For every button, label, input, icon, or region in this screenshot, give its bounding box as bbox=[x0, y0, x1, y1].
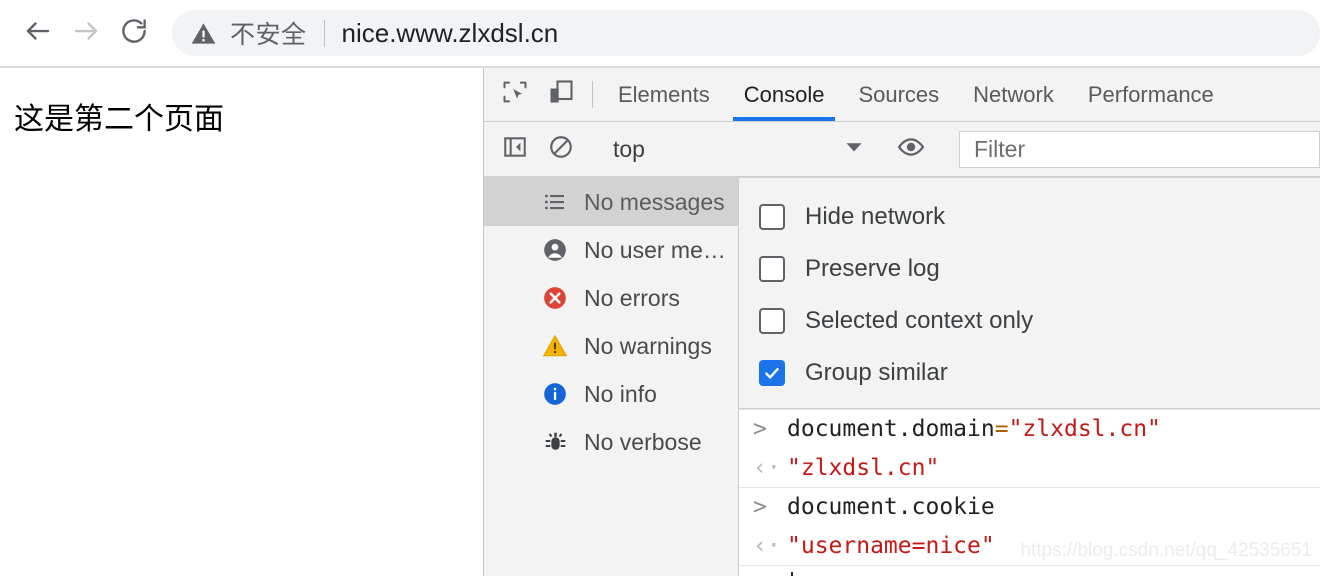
text-cursor bbox=[791, 572, 793, 576]
arrow-left-icon bbox=[23, 16, 53, 51]
output-arrow-icon: ‹· bbox=[753, 532, 781, 559]
console-input-expression: document.cookie bbox=[787, 494, 995, 520]
console-input-row[interactable]: > document.cookie bbox=[739, 487, 1320, 526]
browser-toolbar: 不安全 nice.www.zlxdsl.cn bbox=[0, 0, 1320, 68]
devtools-tabbar: Elements Console Sources Network Perform… bbox=[484, 68, 1320, 122]
arrow-right-icon bbox=[71, 16, 101, 51]
sidebar-item-verbose[interactable]: No verbose bbox=[484, 418, 738, 466]
device-toolbar-button[interactable] bbox=[538, 68, 584, 121]
console-output-row: ‹· "username=nice" bbox=[739, 526, 1320, 565]
setting-label: Hide network bbox=[805, 203, 946, 230]
reload-icon bbox=[119, 16, 149, 51]
sidebar-item-label: No verbose bbox=[584, 428, 702, 455]
tab-console[interactable]: Console bbox=[727, 68, 842, 121]
console-output-value: "username=nice" bbox=[787, 532, 995, 559]
console-prompt-row[interactable]: > bbox=[739, 565, 1320, 576]
execution-context-select[interactable]: top bbox=[601, 136, 871, 163]
sidebar-item-errors[interactable]: No errors bbox=[484, 274, 738, 322]
filter-input[interactable]: Filter bbox=[959, 130, 1320, 168]
setting-group-similar[interactable]: Group similar bbox=[759, 347, 1320, 399]
list-icon bbox=[540, 190, 570, 214]
console-sidebar-toggle-button[interactable] bbox=[492, 134, 538, 165]
page-title: 这是第二个页面 bbox=[14, 103, 224, 136]
console-toolbar: top Filter bbox=[484, 122, 1320, 177]
setting-label: Preserve log bbox=[805, 255, 940, 282]
sidebar-item-messages[interactable]: No messages bbox=[484, 178, 738, 226]
live-expression-eye-icon bbox=[897, 133, 925, 166]
tab-sources[interactable]: Sources bbox=[841, 68, 956, 121]
console-content: Hide network Preserve log Selected conte… bbox=[739, 178, 1320, 576]
inspect-element-icon bbox=[501, 78, 529, 111]
console-input-expression: document.domain bbox=[787, 416, 995, 442]
address-bar[interactable]: 不安全 nice.www.zlxdsl.cn bbox=[172, 10, 1320, 56]
group-similar-checkbox[interactable] bbox=[759, 360, 785, 386]
sidebar-item-warnings[interactable]: No warnings bbox=[484, 322, 738, 370]
forward-button[interactable] bbox=[62, 9, 110, 57]
setting-label: Selected context only bbox=[805, 307, 1034, 334]
execution-context-value: top bbox=[613, 135, 645, 162]
setting-label: Group similar bbox=[805, 359, 948, 386]
back-button[interactable] bbox=[14, 9, 62, 57]
console-input-row[interactable]: > document.domain = "zlxdsl.cn" bbox=[739, 409, 1320, 448]
page-content: 这是第二个页面 bbox=[0, 68, 484, 576]
clear-console-button[interactable] bbox=[538, 134, 584, 165]
tab-performance[interactable]: Performance bbox=[1071, 68, 1231, 121]
setting-hide-network[interactable]: Hide network bbox=[759, 191, 1320, 243]
tabbar-divider bbox=[592, 81, 593, 108]
console-sidebar: No messages No user me… No errors No war… bbox=[484, 178, 739, 576]
prompt-arrow-icon: > bbox=[753, 572, 787, 576]
console-output-row: ‹· "zlxdsl.cn" bbox=[739, 448, 1320, 487]
tab-elements[interactable]: Elements bbox=[601, 68, 727, 121]
selected-context-only-checkbox[interactable] bbox=[759, 308, 785, 334]
device-toolbar-icon bbox=[547, 78, 575, 111]
chevron-down-icon bbox=[845, 138, 863, 161]
setting-selected-context-only[interactable]: Selected context only bbox=[759, 295, 1320, 347]
bug-icon bbox=[540, 430, 570, 455]
sidebar-item-label: No warnings bbox=[584, 332, 712, 359]
url-text: nice.www.zlxdsl.cn bbox=[341, 17, 559, 48]
sidebar-item-label: No messages bbox=[584, 188, 725, 215]
inspect-element-button[interactable] bbox=[492, 68, 538, 121]
console-input-string: "zlxdsl.cn" bbox=[1008, 416, 1161, 442]
sidebar-item-label: No user me… bbox=[584, 236, 726, 263]
sidebar-item-label: No info bbox=[584, 380, 657, 407]
viewport: 这是第二个页面 Elements Console Sources Network… bbox=[0, 68, 1320, 576]
sidebar-item-user-messages[interactable]: No user me… bbox=[484, 226, 738, 274]
console-log[interactable]: > document.domain = "zlxdsl.cn" ‹· "zlxd… bbox=[739, 409, 1320, 576]
setting-preserve-log[interactable]: Preserve log bbox=[759, 243, 1320, 295]
console-settings-panel: Hide network Preserve log Selected conte… bbox=[739, 178, 1320, 409]
input-arrow-icon: > bbox=[753, 494, 767, 520]
live-expression-button[interactable] bbox=[888, 133, 934, 166]
sidebar-item-info[interactable]: No info bbox=[484, 370, 738, 418]
console-output-value: "zlxdsl.cn" bbox=[787, 454, 940, 481]
warning-triangle-icon bbox=[190, 20, 217, 47]
reload-button[interactable] bbox=[110, 9, 158, 57]
info-icon bbox=[540, 381, 570, 407]
sidebar-item-label: No errors bbox=[584, 284, 680, 311]
tab-network[interactable]: Network bbox=[956, 68, 1071, 121]
console-input-operator: = bbox=[994, 416, 1009, 442]
devtools-panel: Elements Console Sources Network Perform… bbox=[484, 68, 1320, 576]
show-console-sidebar-icon bbox=[502, 134, 528, 165]
console-body: No messages No user me… No errors No war… bbox=[484, 177, 1320, 576]
clear-console-icon bbox=[548, 134, 574, 165]
warning-icon bbox=[540, 333, 570, 359]
security-label: 不安全 bbox=[230, 21, 307, 49]
output-arrow-icon: ‹· bbox=[753, 454, 781, 481]
preserve-log-checkbox[interactable] bbox=[759, 256, 785, 282]
user-icon bbox=[540, 237, 570, 263]
error-icon bbox=[540, 285, 570, 311]
input-arrow-icon: > bbox=[753, 416, 767, 442]
hide-network-checkbox[interactable] bbox=[759, 204, 785, 230]
check-icon bbox=[765, 367, 779, 379]
omnibox-divider bbox=[323, 19, 325, 47]
